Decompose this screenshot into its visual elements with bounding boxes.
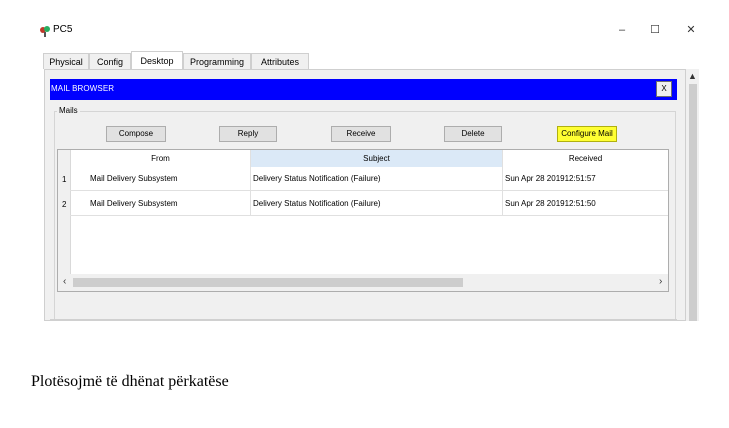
compose-button[interactable]: Compose — [106, 126, 166, 142]
column-header-subject[interactable]: Subject — [251, 150, 502, 167]
tab-programming[interactable]: Programming — [183, 53, 251, 69]
row-number: 1 — [62, 175, 67, 184]
minimize-icon[interactable]: – — [615, 23, 629, 37]
scroll-left-icon[interactable]: ‹ — [63, 276, 66, 287]
app-icon — [40, 26, 50, 37]
mail-browser-title: MAIL BROWSER — [51, 84, 115, 93]
panel-bottom-edge — [50, 319, 677, 321]
vertical-scroll-thumb[interactable] — [689, 84, 697, 321]
tab-desktop[interactable]: Desktop — [131, 51, 183, 70]
horizontal-scrollbar[interactable]: ‹ › — [58, 274, 668, 291]
delete-button[interactable]: Delete — [444, 126, 502, 142]
maximize-icon[interactable]: ☐ — [648, 23, 662, 37]
row-number: 2 — [62, 200, 67, 209]
row-divider — [70, 215, 668, 216]
tab-config[interactable]: Config — [89, 53, 131, 69]
instruction-caption: Plotësojmë të dhënat përkatëse — [31, 373, 229, 390]
mails-group-label: Mails — [57, 106, 80, 115]
mail-browser-close-button[interactable]: X — [656, 81, 672, 97]
scroll-right-icon[interactable]: › — [659, 276, 662, 287]
column-divider — [250, 150, 251, 216]
pc5-window: PC5 – ☐ ✕ Physical Config Desktop Progra… — [33, 16, 706, 321]
column-divider — [502, 150, 503, 216]
mail-browser-header: MAIL BROWSER X — [50, 79, 677, 100]
configure-mail-button[interactable]: Configure Mail — [557, 126, 617, 142]
mail-table: From Subject Received 1 Mail Delivery Su… — [57, 149, 669, 292]
column-header-received[interactable]: Received — [503, 150, 668, 167]
row-from: Mail Delivery Subsystem — [90, 199, 178, 208]
tab-attributes[interactable]: Attributes — [251, 53, 309, 69]
close-icon[interactable]: ✕ — [684, 23, 698, 37]
window-title: PC5 — [53, 24, 73, 35]
column-header-from[interactable]: From — [71, 150, 250, 167]
receive-button[interactable]: Receive — [331, 126, 391, 142]
vertical-scrollbar[interactable]: ▲ — [686, 69, 699, 321]
horizontal-scroll-thumb[interactable] — [73, 278, 463, 287]
reply-button[interactable]: Reply — [219, 126, 277, 142]
row-subject: Delivery Status Notification (Failure) — [253, 199, 381, 208]
row-received: Sun Apr 28 201912:51:57 — [505, 174, 596, 183]
row-from: Mail Delivery Subsystem — [90, 174, 178, 183]
row-subject: Delivery Status Notification (Failure) — [253, 174, 381, 183]
row-divider — [70, 190, 668, 191]
title-bar: PC5 – ☐ ✕ — [33, 16, 706, 44]
tab-physical[interactable]: Physical — [43, 53, 89, 69]
row-number-column — [58, 150, 71, 291]
row-received: Sun Apr 28 201912:51:50 — [505, 199, 596, 208]
scroll-up-icon[interactable]: ▲ — [688, 71, 697, 81]
